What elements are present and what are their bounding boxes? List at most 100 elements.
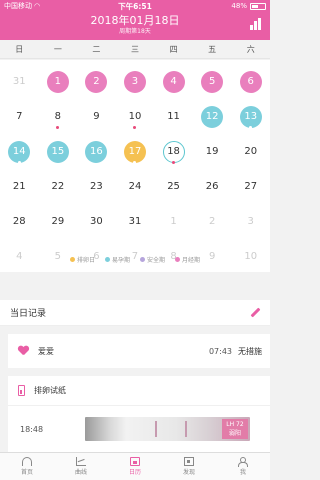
calendar-day[interactable]: 31 <box>0 64 39 99</box>
calendar-day[interactable]: 4 <box>154 64 193 99</box>
day-number: 6 <box>239 70 262 93</box>
calendar-day[interactable]: 26 <box>193 169 232 204</box>
legend-item: 月经期 <box>175 255 200 264</box>
calendar-icon <box>130 457 140 466</box>
legend-swatch <box>175 257 181 262</box>
calendar: 31 1 2 3 4 5 6 7 8 9 10 11 12 13 14 15 16 17 18 19 20 21 22 23 2… <box>0 60 270 272</box>
calendar-day[interactable]: 7 <box>0 99 39 134</box>
ovulation-test-entry[interactable]: 18:48 LH 72 弱阳 <box>8 406 270 452</box>
current-date: 2018年01月18日 <box>90 14 180 27</box>
home-icon <box>22 457 32 466</box>
calendar-day[interactable]: 5 <box>193 64 232 99</box>
strip-line <box>155 421 157 437</box>
calendar-day[interactable]: 3 <box>231 204 270 239</box>
calendar-day[interactable]: 31 <box>116 204 155 239</box>
test-strip-icon <box>18 385 25 396</box>
ovulation-test-time: 18:48 <box>20 424 44 434</box>
legend-swatch <box>140 257 145 262</box>
calendar-day[interactable]: 12 <box>193 99 232 134</box>
status-bar: 中国移动 ◠ 下午6:51 48% <box>0 0 270 12</box>
day-number: 27 <box>244 181 258 192</box>
calendar-day[interactable]: 23 <box>77 169 116 204</box>
day-number: 2 <box>208 216 216 227</box>
tab-calendar[interactable]: 日历 <box>108 453 162 480</box>
legend-swatch <box>69 257 75 262</box>
tab-discover[interactable]: 发现 <box>162 453 216 480</box>
day-number: 5 <box>201 70 224 93</box>
bar-chart-icon[interactable] <box>250 18 262 30</box>
calendar-day[interactable]: 25 <box>154 169 193 204</box>
calendar-day[interactable]: 16 <box>77 134 116 169</box>
love-time: 07:43 <box>208 346 232 356</box>
tab-curve[interactable]: 曲线 <box>54 453 108 480</box>
day-number: 24 <box>128 181 142 192</box>
ovulation-test-header: 排卵试纸 <box>8 376 270 406</box>
cycle-day: 周期第18天 <box>119 28 151 35</box>
day-number: 8 <box>54 111 62 122</box>
discover-icon <box>184 457 194 466</box>
lh-result: 弱阳 <box>228 430 241 437</box>
curve-icon <box>76 457 86 466</box>
calendar-day[interactable]: 2 <box>77 64 116 99</box>
weekday-label: 四 <box>169 44 178 54</box>
tab-label: 发现 <box>182 469 195 476</box>
calendar-day[interactable]: 18 <box>154 134 193 169</box>
strip-line <box>185 421 187 437</box>
calendar-day[interactable]: 13 <box>231 99 270 134</box>
calendar-day[interactable]: 8 <box>39 99 78 134</box>
header: 中国移动 ◠ 下午6:51 48% 2018年01月18日 周期第18天 <box>0 0 270 40</box>
calendar-day[interactable]: 19 <box>193 134 232 169</box>
calendar-day[interactable]: 29 <box>39 204 78 239</box>
calendar-day[interactable]: 1 <box>39 64 78 99</box>
tab-label: 首页 <box>20 469 33 476</box>
calendar-day[interactable]: 17 <box>116 134 155 169</box>
lh-value: LH 72 <box>226 421 244 428</box>
tab-home[interactable]: 首页 <box>0 453 54 480</box>
record-ovulation-test[interactable]: 排卵试纸 18:48 LH 72 弱阳 <box>8 376 270 452</box>
calendar-day[interactable]: 9 <box>77 99 116 134</box>
calendar-day[interactable]: 14 <box>0 134 39 169</box>
calendar-day[interactable]: 20 <box>231 134 270 169</box>
calendar-day[interactable]: 27 <box>231 169 270 204</box>
legend-item: 易孕期 <box>104 255 130 264</box>
legend-item: 排卵日 <box>69 255 95 264</box>
weekday-label: 三 <box>130 44 139 54</box>
day-number: 11 <box>167 111 180 122</box>
weekday-label: 二 <box>92 44 101 54</box>
day-number: 31 <box>128 216 142 227</box>
day-number: 26 <box>205 181 219 192</box>
records-title: 当日记录 <box>10 309 47 319</box>
weekday-label: 日 <box>15 44 24 54</box>
calendar-day[interactable]: 30 <box>77 204 116 239</box>
calendar-legend: 排卵日 易孕期 安全期 月经期 <box>0 255 270 264</box>
heart-icon <box>18 346 29 356</box>
day-number: 10 <box>128 111 142 122</box>
calendar-day[interactable]: 15 <box>39 134 78 169</box>
calendar-day[interactable]: 1 <box>154 204 193 239</box>
calendar-day[interactable]: 3 <box>116 64 155 99</box>
tab-profile[interactable]: 我 <box>216 453 270 480</box>
calendar-day[interactable]: 11 <box>154 99 193 134</box>
calendar-day[interactable]: 24 <box>116 169 155 204</box>
calendar-day[interactable]: 21 <box>0 169 39 204</box>
test-strip-photo[interactable]: LH 72 弱阳 <box>85 417 250 441</box>
legend-label: 安全期 <box>147 257 166 264</box>
day-number: 30 <box>90 216 103 227</box>
love-status: 无措施 <box>238 346 262 356</box>
tab-label: 日历 <box>128 469 141 476</box>
calendar-day[interactable]: 28 <box>0 204 39 239</box>
calendar-day[interactable]: 6 <box>231 64 270 99</box>
lh-result-badge: LH 72 弱阳 <box>222 419 248 439</box>
pencil-icon[interactable] <box>249 307 260 318</box>
calendar-day[interactable]: 2 <box>193 204 232 239</box>
calendar-day[interactable]: 10 <box>116 99 155 134</box>
battery-icon <box>249 2 266 10</box>
day-number: 3 <box>247 216 254 227</box>
tab-label: 曲线 <box>74 469 87 476</box>
day-number: 19 <box>205 146 219 157</box>
record-love[interactable]: 爱爱 07:43 无措施 <box>8 334 270 368</box>
calendar-day[interactable]: 22 <box>39 169 78 204</box>
weekday-label: 五 <box>208 44 217 54</box>
date-title[interactable]: 2018年01月18日 周期第18天 <box>0 12 270 37</box>
day-number: 13 <box>239 105 262 128</box>
